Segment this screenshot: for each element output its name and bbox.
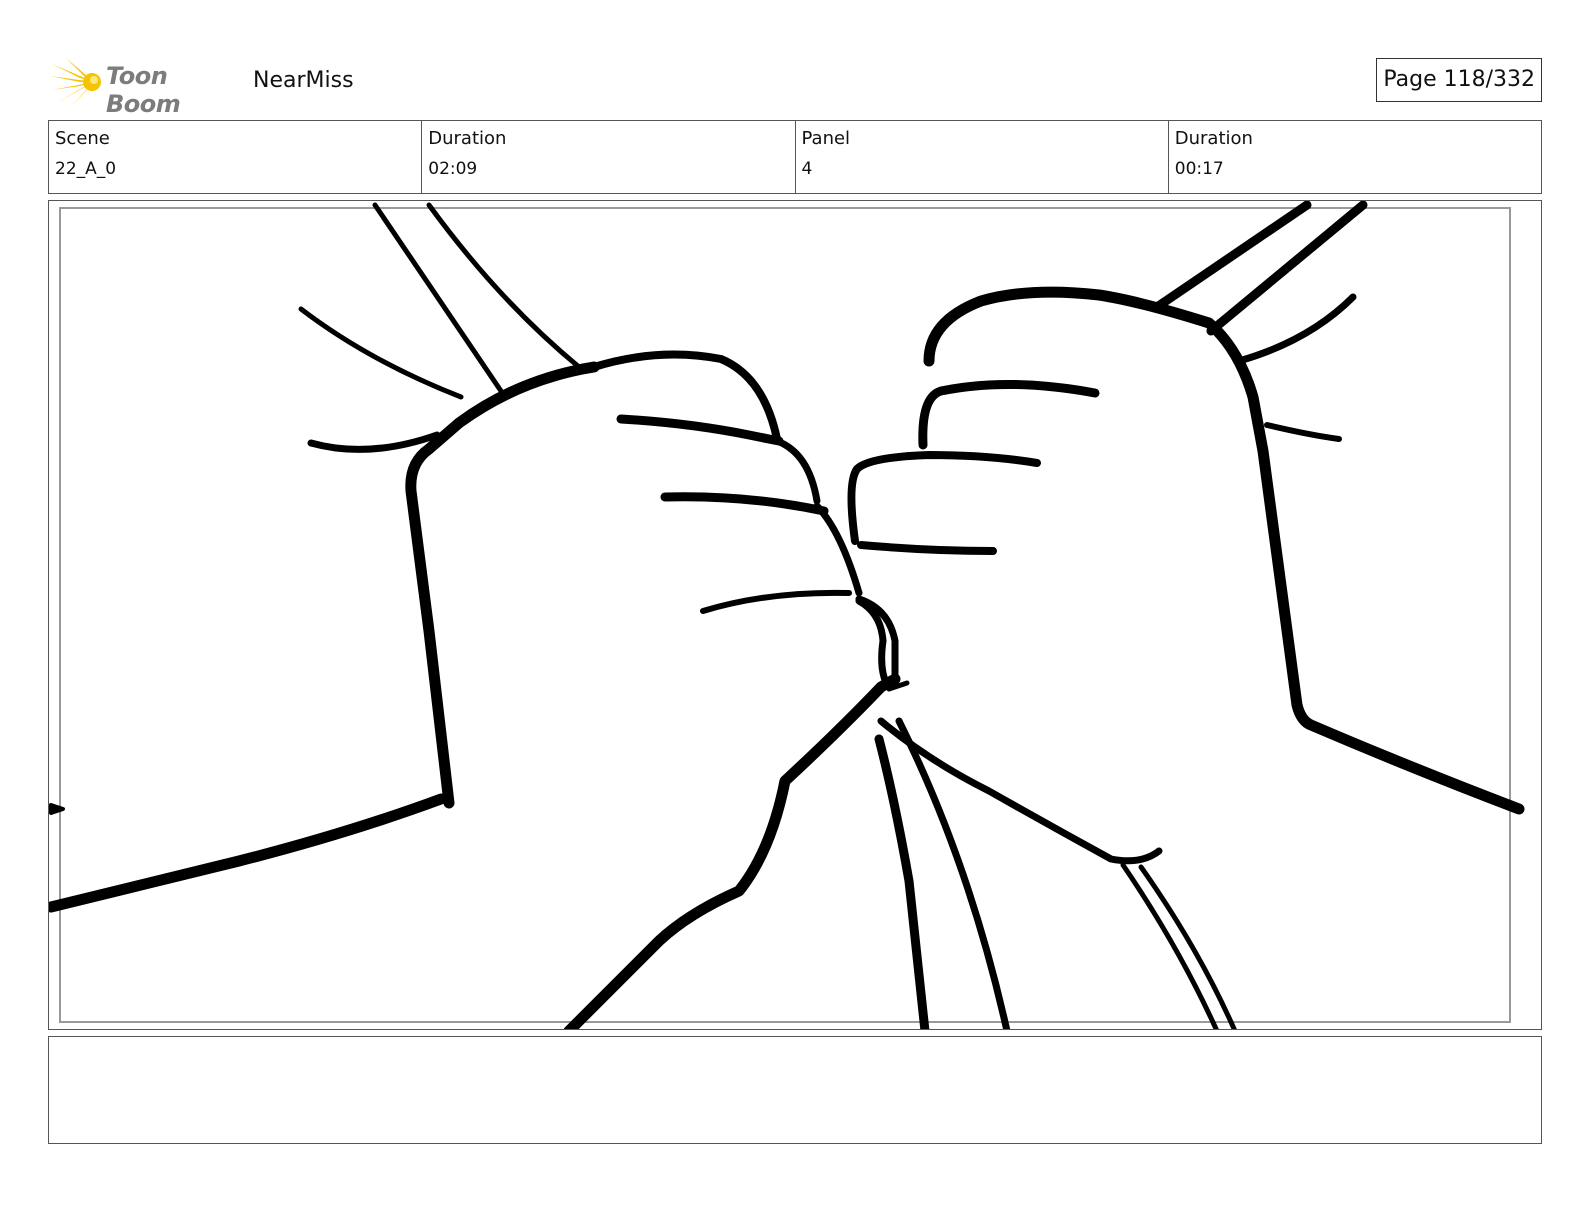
- scene-value: 22_A_0: [55, 159, 117, 179]
- scene-duration-label: Duration: [428, 128, 507, 149]
- toon-boom-logo: Toon Boom: [50, 56, 240, 118]
- panel-cell: Panel 4: [796, 121, 1169, 193]
- fist-bump-sketch-icon: [49, 201, 1525, 1029]
- panel-duration-label: Duration: [1174, 128, 1253, 149]
- scene-label: Scene: [55, 128, 110, 149]
- panel-info-table: Scene 22_A_0 Duration 02:09 Panel 4 Dura…: [48, 120, 1542, 194]
- scene-cell: Scene 22_A_0: [49, 121, 423, 193]
- sun-burst-icon: [50, 58, 101, 108]
- page-number: Page 118/332: [1376, 58, 1542, 102]
- logo-text: Toon Boom: [106, 62, 181, 118]
- panel-duration-value: 00:17: [1174, 159, 1224, 179]
- scene-duration-value: 02:09: [428, 159, 478, 179]
- panel-duration-cell: Duration 00:17: [1169, 121, 1541, 193]
- project-title: NearMiss: [253, 68, 354, 93]
- scene-duration-cell: Duration 02:09: [422, 121, 796, 193]
- storyboard-panel: [48, 200, 1542, 1030]
- panel-label: Panel: [801, 128, 851, 149]
- panel-notes: [48, 1036, 1542, 1144]
- panel-value: 4: [801, 159, 813, 179]
- page-header: Toon Boom NearMiss Page 118/332: [48, 52, 1542, 118]
